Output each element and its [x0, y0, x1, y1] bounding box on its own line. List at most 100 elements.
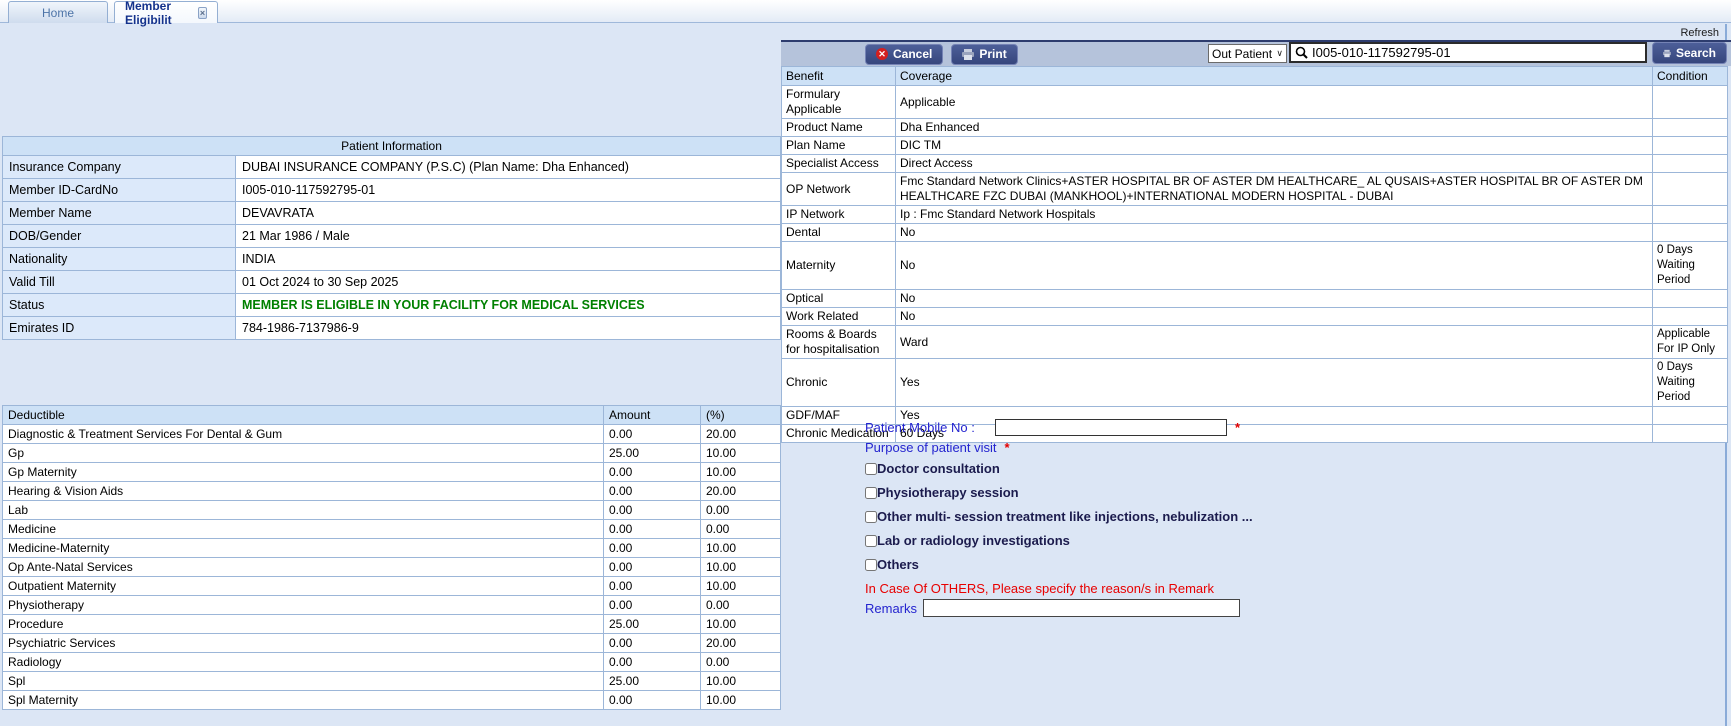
coverage-header: Coverage — [896, 67, 1653, 86]
deductible-row: Gp25.0010.00 — [3, 444, 781, 463]
cancel-button[interactable]: ✕ Cancel — [865, 44, 943, 65]
patient-info-body: Insurance CompanyDUBAI INSURANCE COMPANY… — [3, 156, 781, 340]
deductible-service-cell: Physiotherapy — [3, 596, 604, 615]
deductible-service-cell: Spl Maternity — [3, 691, 604, 710]
search-icon — [1295, 46, 1308, 59]
tab-home[interactable]: Home — [8, 1, 108, 23]
patient-info-value: INDIA — [236, 248, 781, 271]
benefit-table-body: Formulary ApplicableApplicableProduct Na… — [782, 86, 1728, 443]
mobile-required-marker: * — [1235, 420, 1240, 435]
visit-form: Patient Mobile No : * Purpose of patient… — [865, 419, 1485, 617]
purpose-checkbox[interactable] — [865, 559, 877, 571]
deductible-service-cell: Radiology — [3, 653, 604, 672]
deductible-amount-cell: 0.00 — [604, 577, 701, 596]
purpose-checkbox-row[interactable]: Others — [865, 557, 1485, 572]
condition-cell — [1653, 137, 1728, 155]
deductible-row: Hearing & Vision Aids0.0020.00 — [3, 482, 781, 501]
print-button[interactable]: Print — [951, 44, 1017, 65]
deductible-service-cell: Diagnostic & Treatment Services For Dent… — [3, 425, 604, 444]
deductible-percent-cell: 10.00 — [701, 672, 781, 691]
deductible-row: Lab0.000.00 — [3, 501, 781, 520]
benefit-cell: Formulary Applicable — [782, 86, 896, 119]
purpose-checkbox[interactable] — [865, 511, 877, 523]
deductible-percent-cell: 20.00 — [701, 634, 781, 653]
member-search-input[interactable] — [1312, 45, 1641, 60]
patient-info-row: NationalityINDIA — [3, 248, 781, 271]
deductible-service-cell: Medicine — [3, 520, 604, 539]
patient-info-title: Patient Information — [3, 137, 781, 156]
deductible-amount-cell: 0.00 — [604, 482, 701, 501]
patient-info-row: Member ID-CardNoI005-010-117592795-01 — [3, 179, 781, 202]
benefit-row: ChronicYes0 Days Waiting Period — [782, 359, 1728, 407]
condition-header: Condition — [1653, 67, 1728, 86]
deductible-row: Outpatient Maternity0.0010.00 — [3, 577, 781, 596]
coverage-cell: No — [896, 290, 1653, 308]
deductible-amount-cell: 0.00 — [604, 634, 701, 653]
deductible-service-cell: Medicine-Maternity — [3, 539, 604, 558]
condition-cell — [1653, 119, 1728, 137]
others-note: In Case Of OTHERS, Please specify the re… — [865, 581, 1485, 596]
deductible-amount-cell: 25.00 — [604, 672, 701, 691]
deductible-service-cell: Spl — [3, 672, 604, 691]
purpose-checkbox-row[interactable]: Doctor consultation — [865, 461, 1485, 476]
purpose-checkbox-row[interactable]: Other multi- session treatment like inje… — [865, 509, 1485, 524]
purpose-checkbox-label: Lab or radiology investigations — [877, 533, 1070, 548]
print-button-label: Print — [979, 47, 1006, 61]
patient-info-value: 01 Oct 2024 to 30 Sep 2025 — [236, 271, 781, 294]
purpose-checkbox-label: Other multi- session treatment like inje… — [877, 509, 1253, 524]
tab-member-eligibility[interactable]: Member Eligibilit × — [114, 1, 218, 23]
patient-info-table: Patient Information Insurance CompanyDUB… — [2, 136, 780, 340]
deductible-amount-cell: 25.00 — [604, 615, 701, 634]
patient-mobile-input[interactable] — [995, 419, 1227, 436]
deductible-service-cell: Hearing & Vision Aids — [3, 482, 604, 501]
purpose-checkbox[interactable] — [865, 463, 877, 475]
deductible-service-cell: Outpatient Maternity — [3, 577, 604, 596]
patient-info-row: DOB/Gender21 Mar 1986 / Male — [3, 225, 781, 248]
deductible-row: Radiology0.000.00 — [3, 653, 781, 672]
benefit-row: MaternityNo0 Days Waiting Period — [782, 242, 1728, 290]
remarks-input[interactable] — [923, 599, 1240, 617]
deductible-percent-cell: 10.00 — [701, 615, 781, 634]
tab-bar: Home Member Eligibilit × — [0, 0, 1731, 23]
chevron-down-icon: ∨ — [1276, 48, 1283, 59]
deductible-amount-cell: 0.00 — [604, 596, 701, 615]
benefit-cell: Work Related — [782, 308, 896, 326]
condition-cell — [1653, 173, 1728, 206]
benefit-cell: Specialist Access — [782, 155, 896, 173]
deductible-service-cell: Op Ante-Natal Services — [3, 558, 604, 577]
purpose-checkbox-row[interactable]: Lab or radiology investigations — [865, 533, 1485, 548]
cancel-button-label: Cancel — [893, 47, 932, 61]
patient-info-value: 784-1986-7137986-9 — [236, 317, 781, 340]
deductible-amount-cell: 0.00 — [604, 463, 701, 482]
deductible-percent-cell: 10.00 — [701, 691, 781, 710]
patient-info-row: Emirates ID784-1986-7137986-9 — [3, 317, 781, 340]
deductible-percent-cell: 20.00 — [701, 425, 781, 444]
deductible-amount-cell: 0.00 — [604, 501, 701, 520]
search-box — [1289, 42, 1647, 63]
purpose-checkbox[interactable] — [865, 535, 877, 547]
deductible-percent-cell: 0.00 — [701, 520, 781, 539]
deductible-row: Procedure25.0010.00 — [3, 615, 781, 634]
deductible-row: Gp Maternity0.0010.00 — [3, 463, 781, 482]
search-button[interactable]: Search — [1652, 42, 1727, 64]
purpose-checkbox[interactable] — [865, 487, 877, 499]
purpose-checkbox-label: Others — [877, 557, 919, 572]
benefit-cell: Plan Name — [782, 137, 896, 155]
condition-cell — [1653, 425, 1728, 443]
patient-type-value: Out Patient — [1212, 47, 1272, 61]
patient-info-row: Valid Till01 Oct 2024 to 30 Sep 2025 — [3, 271, 781, 294]
benefit-header-row: Benefit Coverage Condition — [782, 67, 1728, 86]
patient-info-label: Nationality — [3, 248, 236, 271]
patient-info-row: StatusMEMBER IS ELIGIBLE IN YOUR FACILIT… — [3, 294, 781, 317]
deductible-amount-cell: 0.00 — [604, 539, 701, 558]
patient-type-select[interactable]: Out Patient ∨ — [1208, 44, 1287, 63]
refresh-link[interactable]: Refresh — [1680, 27, 1719, 39]
deductible-row: Psychiatric Services0.0020.00 — [3, 634, 781, 653]
deductible-amount-cell: 0.00 — [604, 691, 701, 710]
deductible-service-cell: Gp Maternity — [3, 463, 604, 482]
benefit-table: Benefit Coverage Condition Formulary App… — [781, 66, 1727, 443]
condition-cell: 0 Days Waiting Period — [1653, 242, 1728, 290]
tab-close-icon[interactable]: × — [198, 7, 207, 19]
deductible-service-cell: Psychiatric Services — [3, 634, 604, 653]
purpose-checkbox-row[interactable]: Physiotherapy session — [865, 485, 1485, 500]
